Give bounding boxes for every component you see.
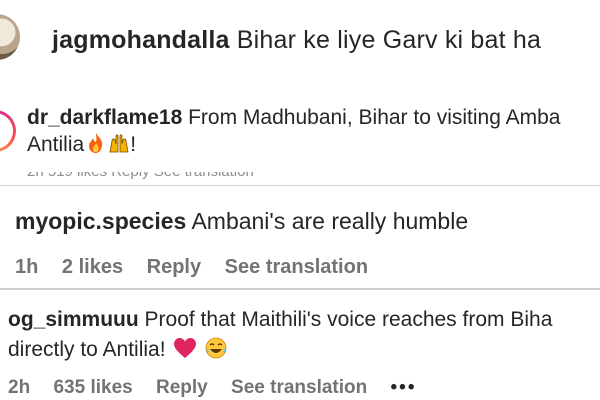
raising-hands-icon bbox=[108, 132, 130, 160]
comment-meta: 2h 635 likes Reply See translation ••• bbox=[8, 377, 435, 399]
username[interactable]: og_simmuuu bbox=[8, 308, 139, 331]
comment-text: Bihar ke liye Garv ki bat ha bbox=[236, 26, 542, 54]
comment-jagmohandalla: jagmohandalla Bihar ke liye Garv ki bat … bbox=[0, 0, 600, 86]
comment-dr-darkflame18: dr_darkflame18 From Madhubani, Bihar to … bbox=[0, 86, 600, 184]
likes-count[interactable]: 635 likes bbox=[53, 377, 132, 398]
comment-text-continued: Antilia bbox=[27, 133, 85, 156]
reply-button[interactable]: Reply bbox=[156, 377, 208, 398]
comment-line: myopic.species Ambani's are really humbl… bbox=[15, 208, 468, 235]
username[interactable]: myopic.species bbox=[15, 208, 186, 234]
red-heart-icon bbox=[173, 337, 197, 365]
avatar[interactable] bbox=[0, 110, 16, 152]
username[interactable]: jagmohandalla bbox=[52, 26, 230, 54]
comment-og-simmuuu: og_simmuuu Proof that Maithili's voice r… bbox=[0, 290, 600, 400]
comment-line-2: Antilia! bbox=[27, 132, 136, 160]
comment-meta-partial: 2h 519 likes Reply See translation bbox=[27, 172, 367, 184]
fire-icon bbox=[86, 132, 106, 160]
comment-line-2: directly to Antilia! bbox=[8, 337, 227, 365]
comment-text: From Madhubani, Bihar to visiting Amba bbox=[188, 106, 561, 129]
avatar[interactable] bbox=[0, 14, 20, 60]
timestamp: 2h bbox=[8, 377, 31, 398]
timestamp: 1h bbox=[15, 256, 39, 278]
comment-text: Ambani's are really humble bbox=[191, 208, 469, 234]
likes-count[interactable]: 2 likes bbox=[62, 256, 123, 278]
comment-line: og_simmuuu Proof that Maithili's voice r… bbox=[8, 308, 552, 332]
comment-text-continued: directly to Antilia! bbox=[8, 338, 166, 361]
reply-button[interactable]: Reply bbox=[147, 256, 201, 278]
comment-myopic-species: myopic.species Ambani's are really humbl… bbox=[0, 186, 600, 286]
meta-text: 2h 519 likes Reply See translation bbox=[27, 172, 367, 180]
tears-of-joy-icon bbox=[205, 337, 227, 365]
exclamation: ! bbox=[130, 133, 137, 156]
comment-meta: 1h 2 likes Reply See translation bbox=[15, 256, 386, 279]
comment-text: Proof that Maithili's voice reaches from… bbox=[144, 308, 553, 331]
more-options-icon[interactable]: ••• bbox=[391, 377, 417, 398]
see-translation-button[interactable]: See translation bbox=[225, 256, 368, 278]
username[interactable]: dr_darkflame18 bbox=[27, 106, 182, 129]
comment-line: dr_darkflame18 From Madhubani, Bihar to … bbox=[27, 106, 560, 130]
see-translation-button[interactable]: See translation bbox=[231, 377, 367, 398]
comment-line: jagmohandalla Bihar ke liye Garv ki bat … bbox=[52, 26, 541, 55]
